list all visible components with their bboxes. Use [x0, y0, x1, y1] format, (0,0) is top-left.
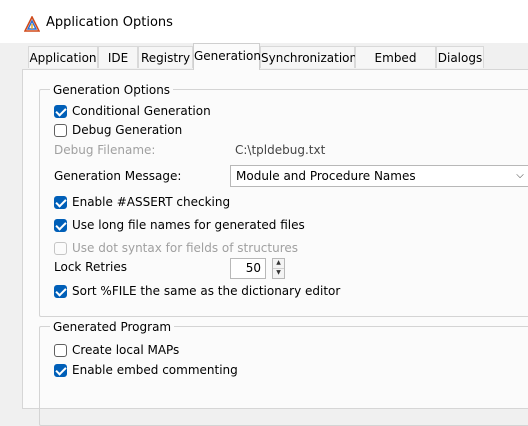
- tab-registry[interactable]: Registry: [138, 46, 193, 68]
- debug-filename-field[interactable]: C:\tpldebug.txt: [229, 139, 519, 161]
- enable-embed-commenting-checkbox[interactable]: Enable embed commenting: [54, 363, 238, 377]
- up-arrow-icon[interactable]: ▲: [273, 259, 284, 269]
- enable-assert-checkbox[interactable]: Enable #ASSERT checking: [54, 195, 230, 209]
- chevron-down-icon[interactable]: ⌵: [511, 166, 528, 186]
- lock-retries-spinner[interactable]: ▲ ▼: [272, 258, 285, 279]
- create-local-maps-checkbox[interactable]: Create local MAPs: [54, 343, 179, 357]
- checkbox-checked-icon: [54, 284, 67, 298]
- checkbox-disabled-icon: [54, 241, 67, 255]
- tab-ide[interactable]: IDE: [98, 46, 138, 68]
- title-bar: Application Options: [0, 0, 528, 46]
- checkbox-checked-icon: [54, 195, 67, 209]
- generation-panel: Generation Options Conditional Generatio…: [22, 69, 528, 426]
- down-arrow-icon[interactable]: ▼: [273, 269, 284, 279]
- debug-filename-label: Debug Filename:: [54, 143, 156, 157]
- generation-message-label: Generation Message:: [54, 169, 182, 183]
- lock-retries-input[interactable]: 50: [230, 258, 266, 279]
- tab-synchronization[interactable]: Synchronization: [260, 46, 357, 68]
- app-icon: [24, 16, 40, 32]
- lock-retries-label: Lock Retries: [54, 260, 127, 274]
- tab-dialogs[interactable]: Dialogs: [436, 46, 484, 68]
- checkbox-checked-icon: [54, 363, 67, 377]
- dot-syntax-checkbox: Use dot syntax for fields of structures: [54, 241, 298, 255]
- checkbox-checked-icon: [54, 218, 67, 232]
- window-title: Application Options: [46, 15, 173, 30]
- tab-generation[interactable]: Generation: [193, 43, 261, 70]
- checkbox-unchecked-icon: [54, 123, 67, 137]
- generation-message-combo[interactable]: Module and Procedure Names ⌵: [230, 165, 528, 187]
- sort-file-checkbox[interactable]: Sort %FILE the same as the dictionary ed…: [54, 284, 340, 298]
- long-file-names-checkbox[interactable]: Use long file names for generated files: [54, 218, 305, 232]
- checkbox-unchecked-icon: [54, 343, 67, 357]
- generation-options-legend: Generation Options: [50, 83, 174, 97]
- conditional-generation-checkbox[interactable]: Conditional Generation: [54, 104, 211, 118]
- tab-embed-editor[interactable]: Embed Editor: [355, 46, 436, 87]
- generated-program-legend: Generated Program: [50, 320, 175, 334]
- tab-application[interactable]: Application: [28, 46, 98, 68]
- checkbox-checked-icon: [54, 104, 67, 118]
- debug-generation-checkbox[interactable]: Debug Generation: [54, 123, 182, 137]
